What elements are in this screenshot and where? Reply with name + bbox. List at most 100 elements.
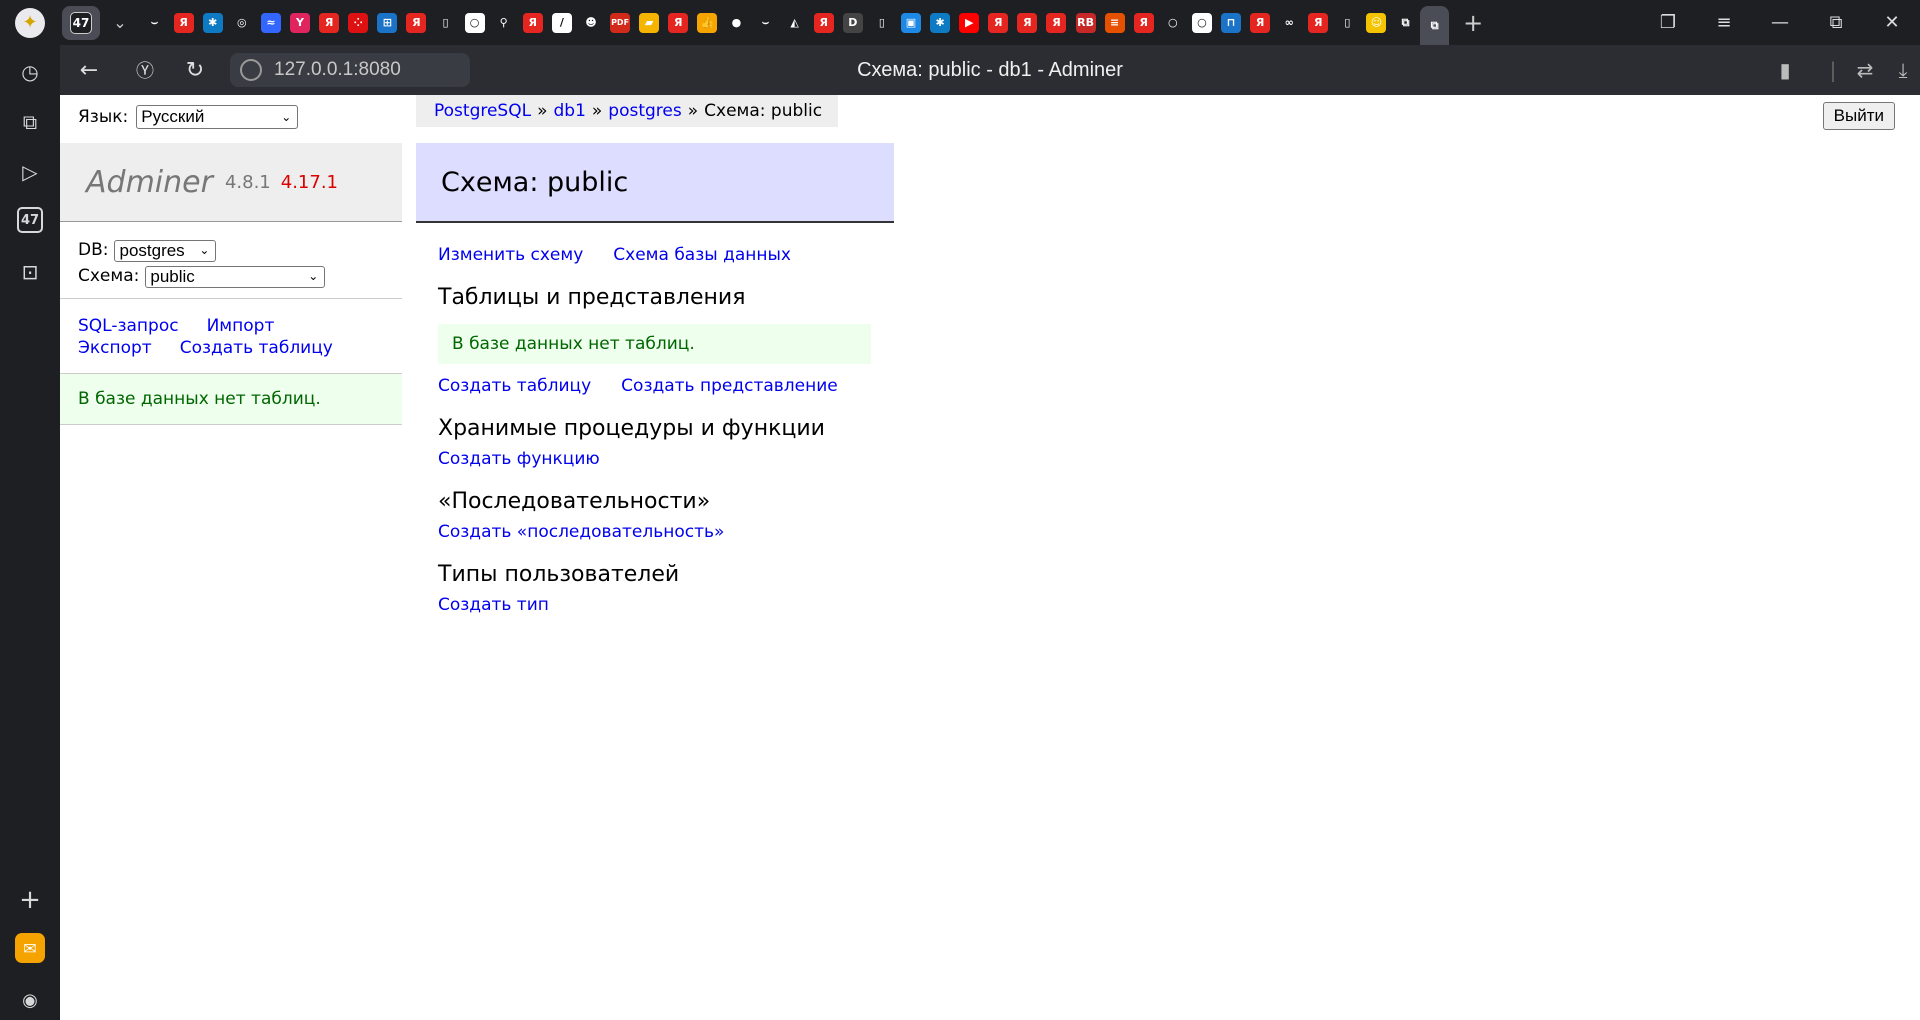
pinned-tab[interactable]: ▣ [896,6,925,40]
pinned-tab[interactable]: Я [1129,6,1158,40]
alice-button[interactable]: ✦ [0,0,60,45]
reload-button[interactable]: ↻ [180,55,210,85]
history-icon[interactable]: ◷ [15,57,45,87]
pinned-tab[interactable]: Я [402,6,431,40]
export-link[interactable]: Экспорт [78,338,152,358]
back-button[interactable]: ← [74,55,104,85]
pinned-tab[interactable]: Я [315,6,344,40]
db-select[interactable]: postgres ⌄ [114,239,217,262]
github-icon: ● [726,12,747,33]
create-function-link[interactable]: Создать функцию [438,449,600,469]
pinned-tab[interactable]: ◎ [227,6,256,40]
create-type-link[interactable]: Создать тип [438,595,549,615]
pinned-tab[interactable]: Я [664,6,693,40]
collections-icon[interactable]: ⧉ [15,107,45,137]
breadcrumb-driver[interactable]: PostgreSQL [434,101,531,121]
pinned-tab[interactable]: ▯ [867,6,896,40]
screenshot-icon[interactable]: ⊡ [15,257,45,287]
pinned-tab[interactable]: ○ [1187,6,1216,40]
pinned-tab[interactable]: ● [722,6,751,40]
bookmark-icon[interactable]: ▮ [1770,55,1800,85]
pinned-tab[interactable]: ✱ [926,6,955,40]
pinned-tab[interactable]: ⧉ [1420,5,1450,46]
new-version-link[interactable]: 4.17.1 [281,172,338,193]
mail-icon[interactable]: ✉ [15,933,45,963]
browser-tabstrip: ✦ 47 ⌄ ⌣ Я ✱ ◎ ≈ Y Я ⁘ ⊞ Я ▯ ○ ⚲ Я / ☻ PDF ▰ Я 👍 ● ⌣ ◭ Я D ▯ ▣ ✱ ▶ Я Я… [0,0,1920,46]
breadcrumb-server[interactable]: db1 [553,101,585,121]
create-table-link[interactable]: Создать таблицу [438,376,591,396]
breadcrumb-database[interactable]: postgres [608,101,681,121]
pinned-tab[interactable]: Я [984,6,1013,40]
dice-icon: ⁘ [348,12,369,33]
sql-command-link[interactable]: SQL-запрос [78,316,179,336]
pinned-tab[interactable]: ✱ [198,6,227,40]
pinned-tab[interactable]: ○ [460,6,489,40]
messenger-icon[interactable]: ◉ [15,985,45,1015]
minimize-button[interactable]: — [1752,0,1808,45]
adminer-page: Язык: Русский ⌄ Выйти Adminer 4.8.1 4.17.… [60,95,1920,1020]
pinned-tab[interactable]: ▶ [955,6,984,40]
pinned-tab[interactable]: ▯ [431,6,460,40]
pinned-tab[interactable]: / [547,6,576,40]
pinned-tab[interactable]: ⚲ [489,6,518,40]
pinned-tab[interactable]: Я [1246,6,1275,40]
create-table-link[interactable]: Создать таблицу [180,338,333,358]
pinned-tab[interactable]: ⊞ [373,6,402,40]
tables-heading: Таблицы и представления [438,285,746,310]
youtube-icon: ▶ [959,12,980,33]
pinned-tab[interactable]: Я [169,6,198,40]
pinned-tab[interactable]: ▯ [1333,6,1362,40]
play-icon[interactable]: ▷ [15,157,45,187]
create-view-link[interactable]: Создать представление [621,376,838,396]
pinned-tab[interactable]: D [838,6,867,40]
pinned-tab[interactable]: ☺ [1362,6,1391,40]
translate-icon[interactable]: ⇄ [1850,55,1880,85]
chevron-down-icon[interactable]: ⌄ [104,6,136,40]
pinned-tab[interactable]: ≈ [256,6,285,40]
menu-icon[interactable]: ≡ [1696,0,1752,45]
tab-manager-icon[interactable]: ❐ [1640,0,1696,45]
puzzle-icon: ✱ [930,12,951,33]
new-tab-button[interactable]: + [1455,6,1491,40]
database-schema-link[interactable]: Схема базы данных [613,245,791,265]
pinned-tab[interactable]: ⌣ [751,6,780,40]
language-switch: Язык: Русский ⌄ [78,105,299,129]
pinned-tab[interactable]: Я [1013,6,1042,40]
close-window-button[interactable]: ✕ [1864,0,1920,45]
pinned-tab[interactable]: Я [1304,6,1333,40]
pinned-tab[interactable]: ☻ [576,6,605,40]
add-panel-icon[interactable]: + [15,885,45,915]
pinned-tab[interactable]: ∞ [1275,6,1304,40]
pinned-tab[interactable]: ▰ [635,6,664,40]
tabs-count-icon[interactable]: 47 [17,207,43,233]
pinned-tab[interactable]: ⧉ [1391,6,1420,40]
adminer-logo[interactable]: Adminer [86,165,213,200]
pinned-tab[interactable]: ⊓ [1216,6,1245,40]
import-link[interactable]: Импорт [207,316,275,336]
yandex-home-button[interactable]: Ⓨ [130,55,160,85]
logout-button[interactable]: Выйти [1822,102,1895,130]
url-field[interactable]: 127.0.0.1:8080 [230,53,470,87]
language-select[interactable]: Русский ⌄ [136,105,299,129]
download-icon[interactable]: ⤓ [1888,55,1918,85]
pinned-tab[interactable]: ○ [1158,6,1187,40]
pinned-tab[interactable]: ≡ [1100,6,1129,40]
pinned-tab[interactable]: Y [285,6,314,40]
pinned-tab[interactable]: 👍 [693,6,722,40]
pinned-tab[interactable]: ⌣ [140,6,169,40]
pinned-tab[interactable]: ◭ [780,6,809,40]
grid-icon: ⊞ [377,12,398,33]
tab-counter-button[interactable]: 47 [62,5,100,40]
globe-icon [240,59,262,81]
pinned-tab[interactable]: Я [809,6,838,40]
alter-schema-link[interactable]: Изменить схему [438,245,583,265]
restore-button[interactable]: ⧉ [1808,0,1864,45]
pinned-tab[interactable]: PDF [606,6,635,40]
pinned-tab[interactable]: Я [1042,6,1071,40]
pinned-tab[interactable]: ⁘ [344,6,373,40]
pinned-tab[interactable]: Я [518,6,547,40]
pinned-tab[interactable]: RB [1071,6,1100,40]
create-sequence-link[interactable]: Создать «последовательность» [438,522,724,542]
d-icon: D [842,12,863,33]
schema-select[interactable]: public ⌄ [145,265,326,288]
